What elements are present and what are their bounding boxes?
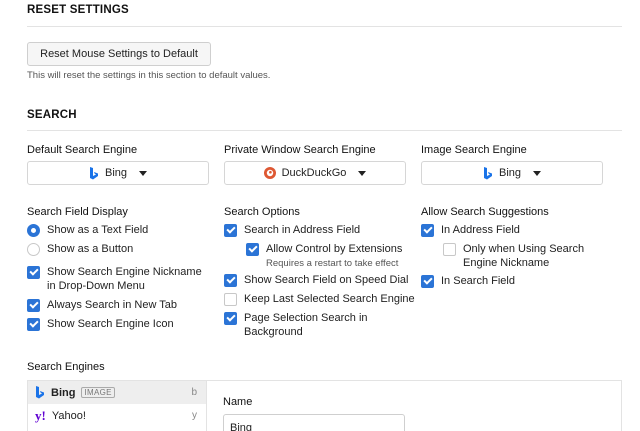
option-label: Show Search Engine Nickname in Drop-Down…	[47, 266, 202, 292]
chevron-down-icon	[533, 170, 542, 176]
radio-unselected[interactable]	[27, 243, 40, 256]
engine-name-input[interactable]: Bing	[223, 414, 405, 431]
option-label: In Address Field	[441, 224, 520, 236]
option-label: Allow Control by Extensions	[266, 243, 403, 255]
checkbox-checked[interactable]	[224, 312, 237, 325]
option-label: Keep Last Selected Search Engine	[244, 293, 415, 305]
engine-name: Bing	[51, 386, 76, 399]
checkbox-checked[interactable]	[27, 299, 40, 312]
radio-selected[interactable]	[27, 224, 40, 237]
option-label: Show as a Text Field	[47, 224, 149, 236]
checkbox-unchecked[interactable]	[224, 293, 237, 306]
checkbox-checked[interactable]	[246, 243, 259, 256]
bing-icon	[36, 386, 44, 399]
private-engine-select[interactable]: DuckDuckGo	[224, 161, 406, 185]
radio-text-field[interactable]: Show as a Text Field	[27, 224, 148, 238]
chevron-down-icon	[358, 170, 367, 176]
checkbox-checked[interactable]	[27, 266, 40, 279]
checkbox-always-new-tab[interactable]: Always Search in New Tab	[27, 299, 177, 313]
option-label: Search in Address Field	[244, 224, 361, 236]
divider	[27, 26, 622, 27]
option-label-group: Allow Control by Extensions Requires a r…	[266, 243, 402, 270]
list-item[interactable]: Bing IMAGE b	[28, 381, 206, 404]
checkbox-suggest-search-field[interactable]: In Search Field	[421, 275, 515, 289]
checkbox-allow-extensions[interactable]: Allow Control by Extensions Requires a r…	[246, 243, 402, 270]
search-title: SEARCH	[27, 109, 77, 121]
chevron-down-icon	[139, 170, 148, 176]
checkbox-suggest-address-field[interactable]: In Address Field	[421, 224, 520, 238]
option-label: Always Search in New Tab	[47, 299, 178, 311]
checkbox-page-selection[interactable]: Page Selection Search in Background	[224, 312, 394, 339]
engine-name-label: Name	[223, 396, 253, 408]
default-engine-value: Bing	[104, 167, 128, 179]
search-engines-label: Search Engines	[27, 361, 105, 373]
list-item[interactable]: y! Yahoo! y	[28, 404, 206, 427]
reset-mouse-settings-button[interactable]: Reset Mouse Settings to Default	[27, 42, 211, 66]
checkbox-checked[interactable]	[224, 224, 237, 237]
option-label: Show Search Field on Speed Dial	[244, 274, 409, 286]
bing-icon	[89, 166, 98, 179]
reset-note: This will reset the settings in this sec…	[27, 70, 271, 81]
default-engine-label: Default Search Engine	[27, 144, 138, 156]
checkbox-checked[interactable]	[421, 224, 434, 237]
private-engine-label: Private Window Search Engine	[224, 144, 376, 156]
checkbox-search-address-field[interactable]: Search in Address Field	[224, 224, 360, 238]
checkbox-keep-last[interactable]: Keep Last Selected Search Engine	[224, 293, 415, 307]
checkbox-unchecked[interactable]	[443, 243, 456, 256]
checkbox-checked[interactable]	[27, 318, 40, 331]
checkbox-engine-icon[interactable]: Show Search Engine Icon	[27, 318, 174, 332]
checkbox-checked[interactable]	[224, 274, 237, 287]
image-engine-value: Bing	[498, 167, 522, 179]
divider	[27, 130, 622, 131]
image-engine-select[interactable]: Bing	[421, 161, 603, 185]
radio-button[interactable]: Show as a Button	[27, 243, 133, 257]
checkbox-only-nickname[interactable]: Only when Using Search Engine Nickname	[443, 243, 603, 270]
option-label: Page Selection Search in Background	[244, 312, 368, 338]
option-label: Only when Using Search Engine Nickname	[463, 243, 585, 269]
checkbox-checked[interactable]	[421, 275, 434, 288]
option-label: In Search Field	[441, 275, 515, 287]
private-engine-value: DuckDuckGo	[281, 167, 347, 179]
image-engine-label: Image Search Engine	[421, 144, 527, 156]
engine-key: b	[191, 387, 197, 398]
option-label: Show Search Engine Icon	[47, 318, 174, 330]
checkbox-speed-dial[interactable]: Show Search Field on Speed Dial	[224, 274, 408, 288]
bing-icon	[483, 166, 492, 179]
duckduckgo-icon	[263, 167, 276, 179]
option-label: Show as a Button	[47, 243, 134, 255]
engine-name: Yahoo!	[51, 409, 86, 422]
field-display-label: Search Field Display	[27, 206, 128, 218]
restart-note: Requires a restart to take effect	[266, 257, 399, 269]
engine-key: y	[192, 410, 197, 421]
checkbox-nickname[interactable]: Show Search Engine Nickname in Drop-Down…	[27, 266, 212, 293]
reset-settings-title: RESET SETTINGS	[27, 4, 129, 16]
default-engine-select[interactable]: Bing	[27, 161, 209, 185]
suggestions-label: Allow Search Suggestions	[421, 206, 549, 218]
search-engines-list: Bing IMAGE b y! Yahoo! y	[27, 380, 207, 431]
yahoo-icon: y!	[35, 407, 46, 423]
engine-tag: IMAGE	[81, 387, 115, 398]
search-options-label: Search Options	[224, 206, 300, 218]
